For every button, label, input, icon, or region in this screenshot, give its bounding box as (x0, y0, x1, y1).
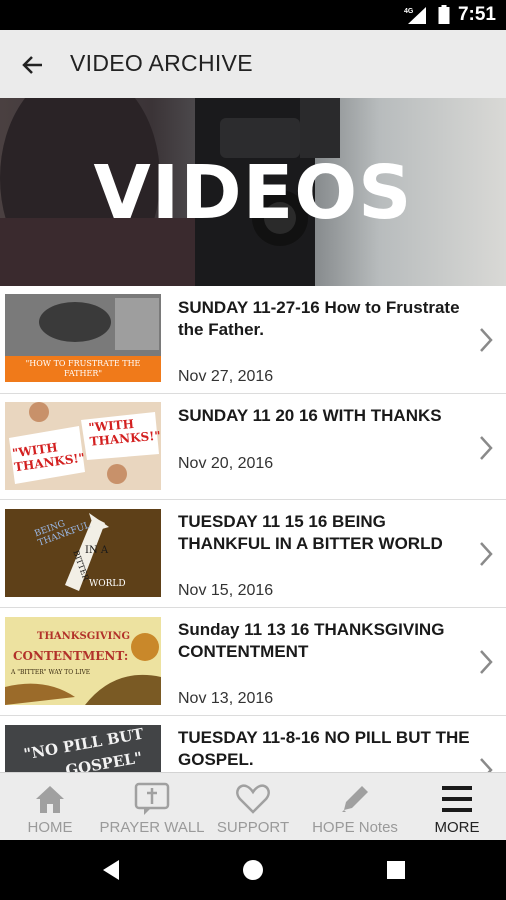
chevron-right-icon (480, 542, 493, 566)
video-date: Nov 20, 2016 (178, 455, 274, 472)
nav-item-hope-notes[interactable]: HOPE Notes (302, 773, 408, 841)
cellular-signal-icon: 4G (404, 7, 426, 24)
thumbnail-caption: IN A (85, 545, 109, 556)
banner-title: VIDEOS (93, 150, 413, 236)
page-title: VIDEO ARCHIVE (70, 50, 253, 76)
system-home-button[interactable] (240, 857, 266, 883)
video-list: "HOW TO FRUSTRATE THE FATHER" SUNDAY 11-… (0, 286, 506, 772)
video-title: SUNDAY 11 20 16 WITH THANKS (178, 406, 442, 425)
chevron-right-icon (480, 758, 493, 772)
menu-icon (442, 786, 472, 812)
video-thumbnail: THANKSGIVING CONTENTMENT: A "BITTER" WAY… (5, 617, 161, 705)
nav-item-prayer-wall[interactable]: PRAYER WALL (99, 773, 205, 841)
thumbnail-caption: "WITH THANKS!" (87, 416, 161, 449)
video-thumbnail: "WITH THANKS!" "WITH THANKS!" (5, 402, 161, 490)
square-recents-icon (387, 861, 405, 879)
nav-item-more[interactable]: MORE (408, 773, 506, 841)
video-list-item[interactable]: THANKSGIVING CONTENTMENT: A "BITTER" WAY… (0, 608, 506, 716)
video-date: Nov 13, 2016 (178, 690, 274, 707)
heart-icon (236, 784, 270, 814)
video-date: Nov 27, 2016 (178, 368, 274, 385)
system-recents-button[interactable] (383, 857, 409, 883)
arrow-left-icon (22, 56, 42, 74)
circle-home-icon (243, 860, 263, 880)
status-bar: 4G 7:51 (0, 0, 506, 30)
triangle-back-icon (103, 860, 119, 880)
svg-text:4G: 4G (404, 8, 414, 15)
video-title: TUESDAY 11 15 16 BEING THANKFUL IN A BIT… (178, 512, 443, 553)
battery-icon (438, 5, 450, 24)
nav-label: HOME (27, 819, 73, 836)
video-thumbnail: BEING THANKFUL IN A BITTER WORLD (5, 509, 161, 597)
nav-label: MORE (434, 819, 480, 836)
thumbnail-caption: THANKSGIVING (37, 631, 131, 642)
video-title: SUNDAY 11-27-16 How to Frustrate the Fat… (178, 298, 460, 339)
video-list-item[interactable]: BEING THANKFUL IN A BITTER WORLD TUESDAY… (0, 500, 506, 608)
video-title: Sunday 11 13 16 THANKSGIVING CONTENTMENT (178, 620, 445, 661)
nav-label: PRAYER WALL (99, 819, 205, 836)
nav-item-support[interactable]: SUPPORT (204, 773, 302, 841)
app-bar: VIDEO ARCHIVE (0, 30, 506, 98)
back-button[interactable] (18, 50, 48, 80)
status-icons: 4G 7:51 (404, 0, 496, 30)
chevron-right-icon (480, 328, 493, 352)
status-time: 7:51 (457, 4, 496, 25)
nav-label: HOPE Notes (312, 819, 398, 836)
video-list-item[interactable]: "HOW TO FRUSTRATE THE FATHER" SUNDAY 11-… (0, 286, 506, 394)
home-icon (36, 786, 64, 813)
videos-banner: VIDEOS (0, 98, 506, 286)
video-thumbnail: "HOW TO FRUSTRATE THE FATHER" (5, 294, 161, 382)
video-thumbnail: "NO PILL BUT GOSPEL" (5, 725, 161, 772)
chevron-right-icon (480, 650, 493, 674)
thumbnail-caption: WORLD (89, 579, 126, 589)
video-list-item[interactable]: "NO PILL BUT GOSPEL" TUESDAY 11-8-16 NO … (0, 716, 506, 772)
nav-item-home[interactable]: HOME (0, 773, 100, 841)
pencil-icon (342, 786, 368, 812)
bottom-nav: HOME PRAYER WALL SUPPORT HOPE Notes MORE (0, 772, 506, 840)
system-nav-bar (0, 840, 506, 900)
chevron-right-icon (480, 436, 493, 460)
prayer-wall-icon (134, 782, 170, 815)
video-title: TUESDAY 11-8-16 NO PILL BUT THE GOSPEL. (178, 728, 470, 769)
system-back-button[interactable] (98, 857, 124, 883)
thumbnail-caption: CONTENTMENT: (13, 649, 129, 663)
video-date: Nov 15, 2016 (178, 582, 274, 599)
video-list-item[interactable]: "WITH THANKS!" "WITH THANKS!" SUNDAY 11 … (0, 394, 506, 500)
thumbnail-caption: A "BITTER" WAY TO LIVE (11, 669, 91, 676)
nav-label: SUPPORT (216, 819, 290, 836)
thumbnail-caption: "HOW TO FRUSTRATE THE FATHER" (25, 359, 141, 378)
